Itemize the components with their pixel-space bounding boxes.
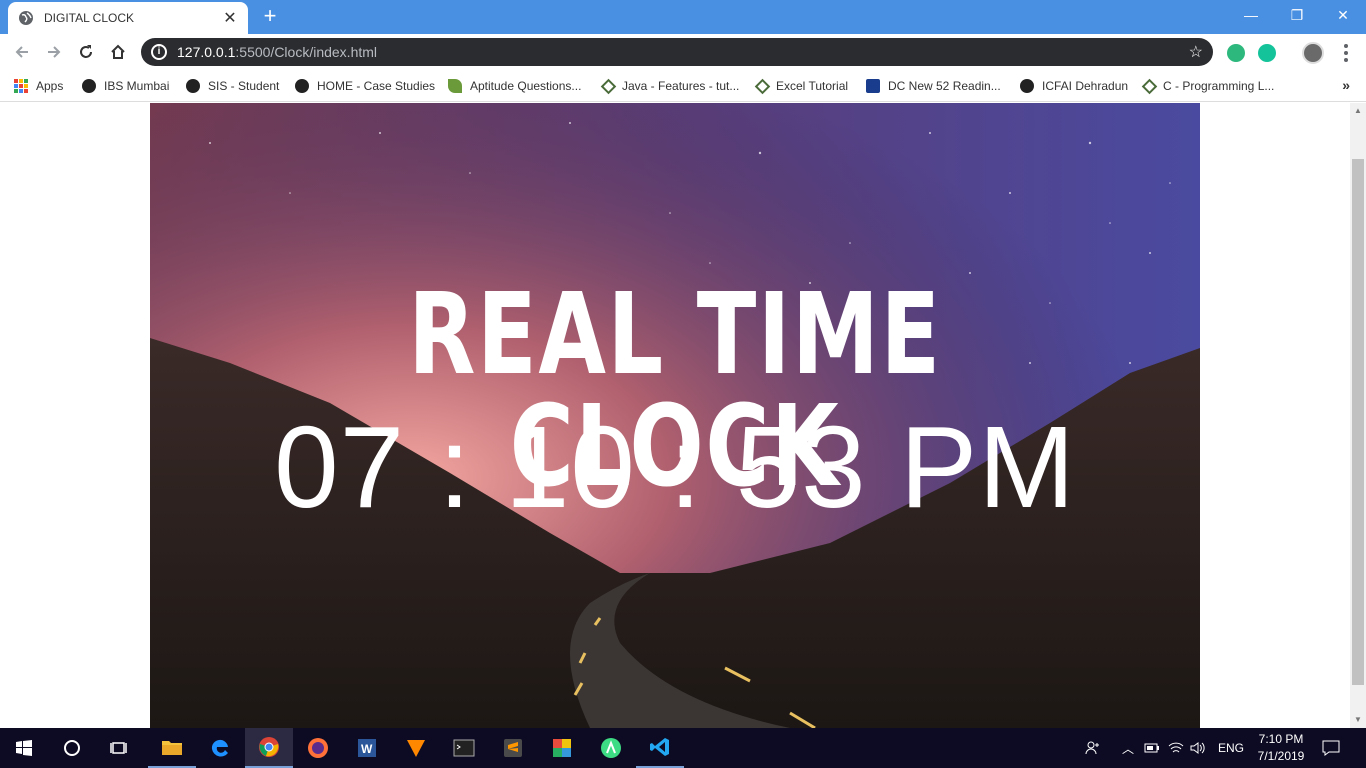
bookmark-aptitude-questions[interactable]: Aptitude Questions... bbox=[448, 76, 581, 96]
globe-icon bbox=[82, 79, 96, 93]
notifications-icon[interactable] bbox=[1322, 728, 1340, 768]
word-icon: W bbox=[358, 739, 376, 757]
close-tab-icon[interactable]: ✕ bbox=[222, 8, 238, 28]
url-text: 127.0.0.1:5500/Clock/index.html bbox=[177, 44, 378, 60]
grammarly-extension-icon[interactable] bbox=[1227, 44, 1245, 62]
back-button[interactable] bbox=[10, 40, 34, 64]
home-icon bbox=[111, 44, 125, 59]
minimize-button[interactable]: — bbox=[1228, 0, 1274, 30]
restore-button[interactable]: ❐ bbox=[1274, 0, 1320, 30]
taskbar-file-explorer[interactable] bbox=[148, 728, 196, 768]
sublime-icon bbox=[504, 739, 522, 757]
diamond-icon bbox=[1141, 78, 1158, 94]
apps-grid-icon bbox=[14, 79, 28, 93]
bookmark-icfai-dehradun[interactable]: ICFAI Dehradun bbox=[1020, 76, 1128, 96]
scrollbar-thumb[interactable] bbox=[1352, 159, 1364, 685]
grammarly-g-extension-icon[interactable] bbox=[1258, 44, 1276, 62]
vscode-icon bbox=[650, 738, 669, 756]
bookmark-ibs-mumbai[interactable]: IBS Mumbai bbox=[82, 76, 169, 96]
globe-icon bbox=[186, 79, 200, 93]
browser-toolbar: i 127.0.0.1:5500/Clock/index.html ☆ bbox=[0, 34, 1366, 70]
browser-menu-button[interactable] bbox=[1336, 42, 1356, 64]
taskbar-date: 7/1/2019 bbox=[1257, 749, 1305, 763]
forward-button[interactable] bbox=[42, 40, 66, 64]
taskbar-vscode[interactable] bbox=[636, 728, 684, 768]
globe-icon bbox=[1020, 79, 1034, 93]
cortana-circle-icon bbox=[64, 740, 80, 756]
volume-icon[interactable] bbox=[1190, 728, 1206, 768]
edge-icon bbox=[211, 739, 228, 757]
arrow-left-icon bbox=[15, 46, 28, 58]
windows-logo-icon bbox=[16, 740, 32, 756]
reload-button[interactable] bbox=[74, 40, 98, 64]
start-button[interactable] bbox=[0, 728, 48, 768]
taskbar-android-studio[interactable] bbox=[587, 728, 635, 768]
diamond-icon bbox=[754, 78, 771, 94]
bookmark-home-case-studies[interactable]: HOME - Case Studies bbox=[295, 76, 435, 96]
tab-title: DIGITAL CLOCK bbox=[44, 11, 135, 25]
clock-time-display: 07 : 10 : 53 PM bbox=[274, 402, 1076, 532]
svg-text:W: W bbox=[361, 742, 373, 756]
profile-avatar[interactable] bbox=[1302, 42, 1324, 64]
bookmark-apps[interactable]: Apps bbox=[14, 76, 63, 96]
folder-icon bbox=[162, 741, 182, 755]
battery-icon[interactable] bbox=[1144, 728, 1160, 768]
taskbar-chrome[interactable] bbox=[245, 728, 293, 768]
taskbar-clock[interactable]: 7:10 PM 7/1/2019 bbox=[1252, 731, 1310, 765]
language-indicator[interactable]: ENG bbox=[1218, 728, 1244, 768]
wifi-icon[interactable] bbox=[1168, 728, 1184, 768]
task-view-button[interactable] bbox=[96, 728, 144, 768]
bookmark-c-programming[interactable]: C - Programming L... bbox=[1141, 76, 1274, 96]
globe-icon bbox=[295, 79, 309, 93]
task-view-icon bbox=[110, 742, 127, 754]
colorful-grid-icon bbox=[553, 739, 571, 757]
bookmark-sis-student[interactable]: SIS - Student bbox=[186, 76, 279, 96]
firefox-icon bbox=[308, 738, 328, 758]
taskbar-time: 7:10 PM bbox=[1258, 732, 1304, 746]
home-button[interactable] bbox=[106, 40, 130, 64]
address-bar[interactable]: i 127.0.0.1:5500/Clock/index.html ☆ bbox=[141, 38, 1213, 66]
more-bookmarks-icon[interactable]: » bbox=[1342, 77, 1350, 93]
cortana-button[interactable] bbox=[48, 728, 96, 768]
taskbar-sublime[interactable] bbox=[489, 728, 537, 768]
diamond-icon bbox=[600, 78, 617, 94]
bookmark-dc-new-52[interactable]: DC New 52 Readin... bbox=[866, 76, 1001, 96]
taskbar-firefox[interactable] bbox=[294, 728, 342, 768]
bookmark-java-features[interactable]: Java - Features - tut... bbox=[600, 76, 739, 96]
bookmarks-bar: Apps IBS Mumbai SIS - Student HOME - Cas… bbox=[0, 70, 1366, 102]
info-icon[interactable]: i bbox=[151, 44, 167, 60]
globe-icon bbox=[19, 11, 33, 25]
reload-icon bbox=[80, 45, 92, 58]
terminal-icon bbox=[453, 739, 475, 757]
windows-taskbar: W ︿ ENG 7:10 PM 7/1/2019 bbox=[0, 728, 1366, 768]
scroll-down-icon[interactable]: ▼ bbox=[1350, 712, 1366, 728]
chrome-icon bbox=[259, 737, 279, 757]
arrow-right-icon bbox=[48, 46, 61, 58]
browser-titlebar: DIGITAL CLOCK ✕ + — ❐ ✕ bbox=[0, 0, 1366, 34]
tray-chevron-up-icon[interactable]: ︿ bbox=[1122, 728, 1134, 768]
browser-tab[interactable]: DIGITAL CLOCK ✕ bbox=[8, 2, 248, 34]
taskbar-command-prompt[interactable] bbox=[440, 728, 488, 768]
vertical-scrollbar[interactable]: ▲ ▼ bbox=[1350, 103, 1366, 728]
leaf-icon bbox=[448, 79, 462, 93]
taskbar-vlc[interactable] bbox=[392, 728, 440, 768]
taskbar-word[interactable]: W bbox=[343, 728, 391, 768]
vlc-cone-icon bbox=[407, 740, 425, 757]
page-viewport: REAL TIME CLOCK 07 : 10 : 53 PM bbox=[0, 103, 1366, 728]
people-icon[interactable] bbox=[1084, 728, 1102, 768]
android-studio-icon bbox=[601, 738, 621, 758]
new-tab-button[interactable]: + bbox=[258, 4, 282, 28]
taskbar-app-grid[interactable] bbox=[538, 728, 586, 768]
taskbar-edge[interactable] bbox=[196, 728, 244, 768]
close-window-button[interactable]: ✕ bbox=[1320, 0, 1366, 30]
scroll-up-icon[interactable]: ▲ bbox=[1350, 103, 1366, 119]
dc-icon bbox=[866, 79, 880, 93]
hero-background: REAL TIME CLOCK 07 : 10 : 53 PM bbox=[150, 103, 1200, 728]
bookmark-star-icon[interactable]: ☆ bbox=[1189, 42, 1203, 62]
bookmark-excel-tutorial[interactable]: Excel Tutorial bbox=[754, 76, 848, 96]
